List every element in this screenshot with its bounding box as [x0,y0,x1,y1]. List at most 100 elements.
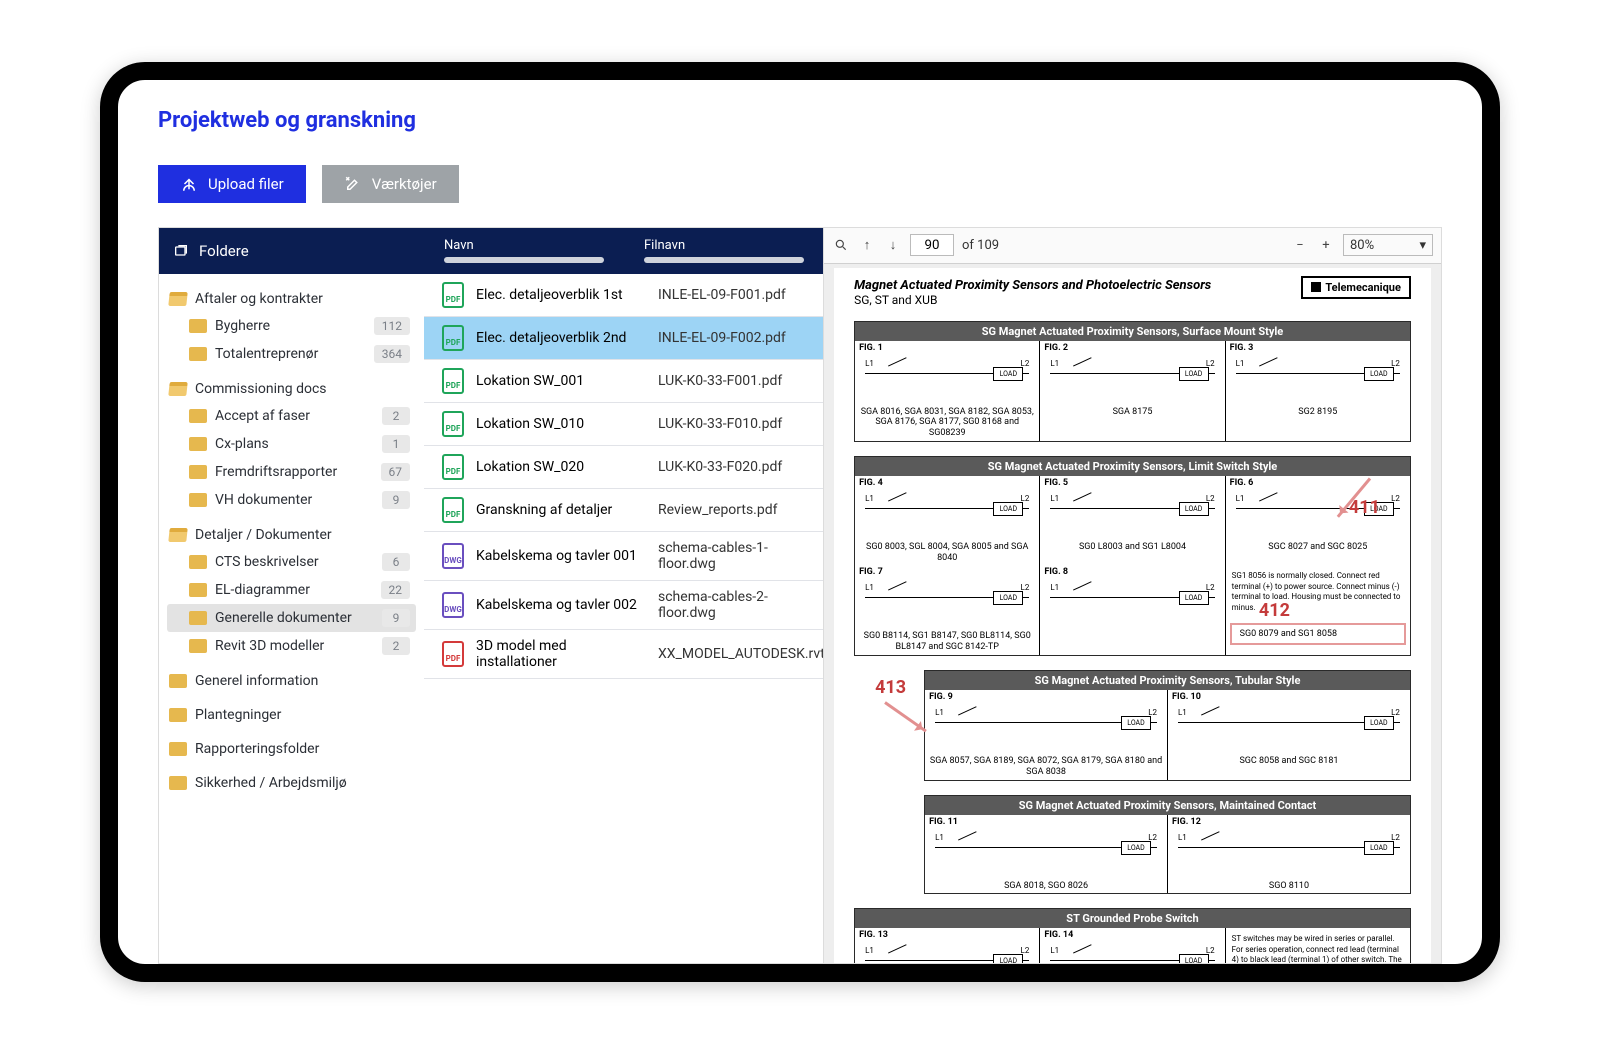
diagram-cell: FIG. 12LOADL1L2SGO 8110 [1168,815,1410,894]
folder-item[interactable]: Accept af faser 2 [167,402,416,430]
folder-item[interactable]: Generel information [167,668,416,694]
folder-panel: Foldere Aftaler og kontrakterBygherre112… [159,228,424,963]
file-row[interactable]: DWGKabelskema og tavler 002schema-cables… [424,581,823,630]
folder-icon [189,639,207,653]
folder-icon [189,437,207,451]
folder-icon [168,292,187,306]
tools-button[interactable]: Værktøjer [322,165,459,203]
section-title: SG Magnet Actuated Proximity Sensors, Tu… [925,671,1410,690]
folder-icon [169,708,187,722]
folder-item[interactable]: Cx-plans1 [167,430,416,458]
diagram-section: ST Grounded Probe SwitchFIG. 13LOADL1L2C… [854,908,1411,962]
folders-icon [173,243,189,259]
col-name: Navn [444,238,604,253]
file-type-icon: PDF [442,411,464,437]
folder-header-label: Foldere [199,242,249,260]
diagram-cell: FIG. 6LOADL1L2SGC 8027 and SGC 8025 [1226,476,1410,566]
file-type-icon: PDF [442,368,464,394]
zoom-select[interactable]: 80%▾ [1343,234,1433,256]
file-row[interactable]: PDFLokation SW_001LUK-K0-33-F001.pdf [424,360,823,403]
action-toolbar: Upload filer Værktøjer [158,165,1442,203]
folder-count-badge: 364 [374,345,410,363]
file-row[interactable]: PDFElec. detaljeoverblik 1stINLE-EL-09-F… [424,274,823,317]
folder-item[interactable]: Rapporteringsfolder [167,736,416,762]
prev-page-icon[interactable]: ↑ [858,236,876,254]
diagram-section: SG Magnet Actuated Proximity Sensors, Tu… [924,670,1411,781]
diagram-cell: FIG. 1LOADL1L2SGA 8016, SGA 8031, SGA 81… [855,341,1040,441]
folder-count-badge: 1 [382,435,410,453]
next-page-icon[interactable]: ↓ [884,236,902,254]
folder-item[interactable]: Totalentreprenør 364 [167,340,416,368]
diagram-cell: FIG. 8LOADL1L2 [1040,565,1225,655]
page-of-label: of 109 [962,238,999,253]
folder-count-badge: 112 [374,317,410,335]
page-number-input[interactable] [910,234,954,256]
file-filename: schema-cables-1-floor.dwg [658,540,805,572]
zoom-out-icon[interactable]: − [1291,236,1309,254]
tablet-frame: Projektweb og granskning Upload filer Væ… [100,62,1500,982]
workspace: Foldere Aftaler og kontrakterBygherre112… [158,227,1442,964]
folder-label: Revit 3D modeller [215,638,324,654]
folder-tree[interactable]: Aftaler og kontrakterBygherre112Totalent… [159,274,424,808]
file-filename: Review_reports.pdf [658,502,805,518]
folder-count-badge: 22 [381,581,411,599]
file-list[interactable]: PDF Elec. detaljeoverblik 1st INLE-EL-09-F… [424,274,823,963]
folder-item[interactable]: Aftaler og kontrakter [167,286,416,312]
folder-count-badge: 9 [382,609,410,627]
file-filename: LUK-K0-33-F020.pdf [658,459,805,475]
folder-item[interactable]: Detaljer / Dokumenter [167,522,416,548]
folder-item[interactable]: Commissioning docs [167,376,416,402]
diagram-cell: FIG. 5LOADL1L2SG0 L8003 and SG1 L8004 [1040,476,1225,566]
document-surface[interactable]: Magnet Actuated Proximity Sensors and Ph… [824,264,1441,963]
folder-label: Detaljer / Dokumenter [195,527,332,543]
chevron-down-icon: ▾ [1419,238,1426,253]
file-name: Kabelskema og tavler 001 [476,548,646,564]
folder-icon [168,382,187,396]
diagram-section: SG Magnet Actuated Proximity Sensors, Su… [854,321,1411,442]
file-row[interactable]: PDF Lokation SW_020 LUK-K0-33-F020.pdf [424,446,823,489]
folder-count-badge: 67 [381,463,411,481]
file-name: Lokation SW_020 [476,459,646,475]
file-row[interactable]: PDFGranskning af detaljerReview_reports.… [424,489,823,532]
search-icon[interactable] [832,236,850,254]
file-filename: INLE-EL-09-F001.pdf [658,287,805,303]
diagram-cell: FIG. 2LOADL1L2SGA 8175 [1040,341,1225,441]
file-name: Elec. detaljeoverblik 1st [476,287,646,303]
folder-item[interactable]: Sikkerhed / Arbejdsmiljø [167,770,416,796]
diagram-cell: FIG. 7LOADL1L2SG0 B8114, SG1 B8147, SG0 … [855,565,1040,655]
file-type-icon: PDF [442,497,464,523]
folder-label: Commissioning docs [195,381,327,397]
folder-label: CTS beskrivelser [215,554,319,570]
folder-count-badge: 9 [382,491,410,509]
file-row[interactable]: PDFElec. detaljeoverblik 2ndINLE-EL-09-F… [424,317,823,360]
folder-icon [189,493,207,507]
folder-item[interactable]: Plantegninger [167,702,416,728]
file-type-icon: PDF [442,454,464,480]
file-row[interactable]: PDF3D model med installationerXX_MODEL_A… [424,630,823,679]
file-type-icon: PDF [442,325,464,351]
file-filename: LUK-K0-33-F010.pdf [658,416,805,432]
folder-item[interactable]: EL-diagrammer22 [167,576,416,604]
file-panel: Navn Filnavn PDFElec. detaljeoverblik 1s… [424,228,824,963]
diagram-section: SG Magnet Actuated Proximity Sensors, Li… [854,456,1411,656]
zoom-in-icon[interactable]: + [1317,236,1335,254]
folder-item[interactable]: Fremdriftsrapporter67 [167,458,416,486]
folder-item[interactable]: VH dokumenter9 [167,486,416,514]
folder-icon [189,319,207,333]
diagram-cell: ST switches may be wired in series or pa… [1226,928,1410,962]
pdf-page: Magnet Actuated Proximity Sensors and Ph… [834,268,1431,963]
file-filename: XX_MODEL_AUTODESK.rvt [658,646,823,662]
folder-icon [169,742,187,756]
upload-files-button[interactable]: Upload filer [158,165,306,203]
folder-item[interactable]: Generelle dokumenter9 [167,604,416,632]
folder-item[interactable]: Bygherre112 [167,312,416,340]
folder-item[interactable]: CTS beskrivelser6 [167,548,416,576]
file-row[interactable]: PDFLokation SW_010LUK-K0-33-F010.pdf [424,403,823,446]
folder-item[interactable]: Revit 3D modeller2 [167,632,416,660]
folder-label: Accept af faser [215,408,310,424]
diagram-section: SG Magnet Actuated Proximity Sensors, Ma… [924,795,1411,895]
file-type-icon: PDF [442,641,464,667]
file-row[interactable]: DWGKabelskema og tavler 001schema-cables… [424,532,823,581]
folder-label: Totalentreprenør [215,346,318,362]
folder-count-badge: 2 [382,407,410,425]
